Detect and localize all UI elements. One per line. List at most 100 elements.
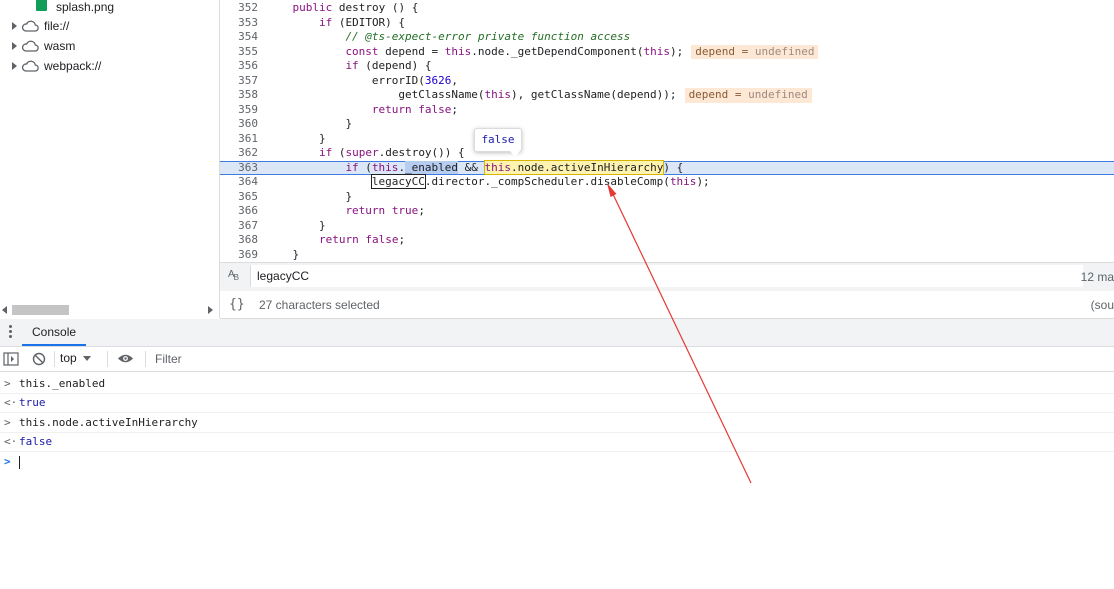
console-toolbar: top bbox=[0, 347, 1114, 372]
code-line[interactable]: 358 getClassName(this), getClassName(depe… bbox=[220, 88, 1114, 103]
cloud-icon bbox=[21, 40, 39, 52]
pretty-print-icon[interactable]: {} bbox=[229, 297, 245, 312]
scrollbar-thumb[interactable] bbox=[12, 305, 69, 315]
expand-arrow-icon[interactable] bbox=[12, 22, 17, 30]
chevron-down-icon bbox=[82, 356, 91, 362]
code-text: } bbox=[345, 189, 353, 203]
line-number[interactable]: 369 bbox=[220, 248, 258, 262]
line-number[interactable]: 356 bbox=[220, 59, 258, 74]
input-chevron-icon: > bbox=[4, 377, 11, 390]
code-line[interactable]: 362 if (super.destroy()) { bbox=[220, 146, 1114, 161]
scroll-right-icon[interactable] bbox=[208, 306, 213, 314]
code-line[interactable]: 360} bbox=[220, 117, 1114, 132]
eye-icon[interactable] bbox=[117, 353, 134, 364]
line-number[interactable]: 365 bbox=[220, 190, 258, 205]
code-line[interactable]: 352 public destroy () { bbox=[220, 1, 1114, 16]
tree-item-file[interactable]: file:// bbox=[0, 16, 219, 36]
code-line[interactable]: 363 if (this._enabled && this.node.active… bbox=[220, 159, 1114, 175]
sidebar-toggle-icon[interactable] bbox=[3, 352, 19, 366]
more-tabs-icon[interactable] bbox=[9, 325, 12, 340]
code-line[interactable]: 369} bbox=[220, 248, 1114, 262]
line-number[interactable]: 355 bbox=[220, 45, 258, 60]
tree-item-wasm[interactable]: wasm bbox=[0, 36, 219, 56]
line-number[interactable]: 363 bbox=[220, 161, 258, 175]
line-number[interactable]: 364 bbox=[220, 175, 258, 190]
expand-arrow-icon[interactable] bbox=[12, 62, 17, 70]
code-text: legacyCC.director._compScheduler.disable… bbox=[370, 174, 710, 189]
line-number[interactable]: 358 bbox=[220, 88, 258, 103]
console-prompt[interactable]: > bbox=[0, 452, 1114, 471]
search-input[interactable] bbox=[250, 265, 1083, 287]
line-number[interactable]: 357 bbox=[220, 74, 258, 89]
drawer-tabbar: Console bbox=[0, 319, 1114, 347]
scroll-left-icon[interactable] bbox=[2, 306, 7, 314]
result-chevron-icon: <· bbox=[4, 435, 18, 448]
code-line[interactable]: 354 // @ts-expect-error private function … bbox=[220, 30, 1114, 45]
source-map-status[interactable]: (sou bbox=[1091, 298, 1114, 312]
tree-item-webpack[interactable]: webpack:// bbox=[0, 56, 219, 76]
cloud-icon bbox=[21, 20, 39, 32]
line-number[interactable]: 361 bbox=[220, 132, 258, 147]
search-bar: AB 12 ma bbox=[220, 262, 1114, 292]
code-line[interactable]: 361} bbox=[220, 132, 1114, 147]
code-line[interactable]: 365} bbox=[220, 190, 1114, 205]
file-navigator: splash.png file:// wasm webpack:// bbox=[0, 0, 220, 318]
code-text: if (this._enabled && this.node.activeInH… bbox=[345, 159, 684, 175]
code-text: } bbox=[318, 218, 326, 232]
line-number[interactable]: 360 bbox=[220, 117, 258, 132]
editor-status-bar: {} 27 characters selected (sou bbox=[220, 291, 1114, 319]
tree-item-label: webpack:// bbox=[44, 59, 102, 73]
tree-item-splash[interactable]: splash.png bbox=[0, 0, 219, 17]
line-number[interactable]: 359 bbox=[220, 103, 258, 118]
context-label: top bbox=[60, 351, 77, 365]
console-result-message: <· false bbox=[0, 432, 1114, 452]
line-number[interactable]: 352 bbox=[220, 1, 258, 16]
image-file-icon bbox=[36, 0, 47, 11]
match-case-icon[interactable]: AB bbox=[228, 269, 239, 282]
code-line[interactable]: 367} bbox=[220, 219, 1114, 234]
tab-console[interactable]: Console bbox=[22, 319, 87, 346]
code-line[interactable]: 357 errorID(3626, bbox=[220, 74, 1114, 89]
expand-arrow-icon[interactable] bbox=[12, 42, 17, 50]
code-line[interactable]: 353 if (EDITOR) { bbox=[220, 16, 1114, 31]
code-text: const depend = this.node._getDependCompo… bbox=[345, 44, 819, 59]
selection-status: 27 characters selected bbox=[259, 298, 380, 312]
code-text: if (depend) { bbox=[345, 59, 432, 72]
code-text: } bbox=[318, 131, 326, 145]
filter-input[interactable] bbox=[151, 349, 1099, 369]
console-input-message: > this.node.activeInHierarchy bbox=[0, 413, 1114, 433]
code-line[interactable]: 366 return true; bbox=[220, 204, 1114, 219]
line-number[interactable]: 366 bbox=[220, 204, 258, 219]
context-selector[interactable]: top bbox=[60, 351, 91, 365]
clear-console-icon[interactable] bbox=[32, 352, 46, 366]
source-editor[interactable]: 352 public destroy () {353 if (EDITOR) {35… bbox=[220, 0, 1114, 261]
message-text: this.node.activeInHierarchy bbox=[19, 416, 198, 429]
code-text: return false; bbox=[318, 233, 406, 246]
message-text: this._enabled bbox=[19, 377, 106, 390]
code-text: return true; bbox=[345, 204, 425, 217]
sidebar-horizontal-scrollbar[interactable] bbox=[0, 302, 219, 317]
code-text: getClassName(this), getClassName(depend)… bbox=[398, 88, 812, 103]
code-line[interactable]: 368 return false; bbox=[220, 233, 1114, 248]
code-line[interactable]: 355 const depend = this.node._getDependCo… bbox=[220, 44, 1114, 60]
line-number[interactable]: 367 bbox=[220, 219, 258, 234]
line-number[interactable]: 353 bbox=[220, 16, 258, 31]
prompt-chevron-icon: > bbox=[4, 455, 11, 468]
tree-item-label: splash.png bbox=[56, 0, 115, 14]
value-tooltip: false bbox=[474, 128, 522, 157]
code-line[interactable]: 364 legacyCC.director._compScheduler.disa… bbox=[220, 174, 1114, 190]
text-caret bbox=[19, 456, 20, 469]
tree-item-label: file:// bbox=[44, 19, 70, 33]
code-text: if (EDITOR) { bbox=[318, 15, 406, 29]
line-number[interactable]: 368 bbox=[220, 233, 258, 248]
console-messages: > this._enabled <· true > this.node.acti… bbox=[0, 372, 1114, 589]
line-number[interactable]: 362 bbox=[220, 146, 258, 161]
code-text: } bbox=[292, 247, 300, 261]
cloud-icon bbox=[21, 60, 39, 72]
code-line[interactable]: 359 return false; bbox=[220, 103, 1114, 118]
code-text: // @ts-expect-error private function acc… bbox=[345, 30, 631, 43]
input-chevron-icon: > bbox=[4, 416, 11, 429]
code-text: errorID(3626, bbox=[371, 73, 459, 87]
code-line[interactable]: 356 if (depend) { bbox=[220, 59, 1114, 74]
line-number[interactable]: 354 bbox=[220, 30, 258, 45]
